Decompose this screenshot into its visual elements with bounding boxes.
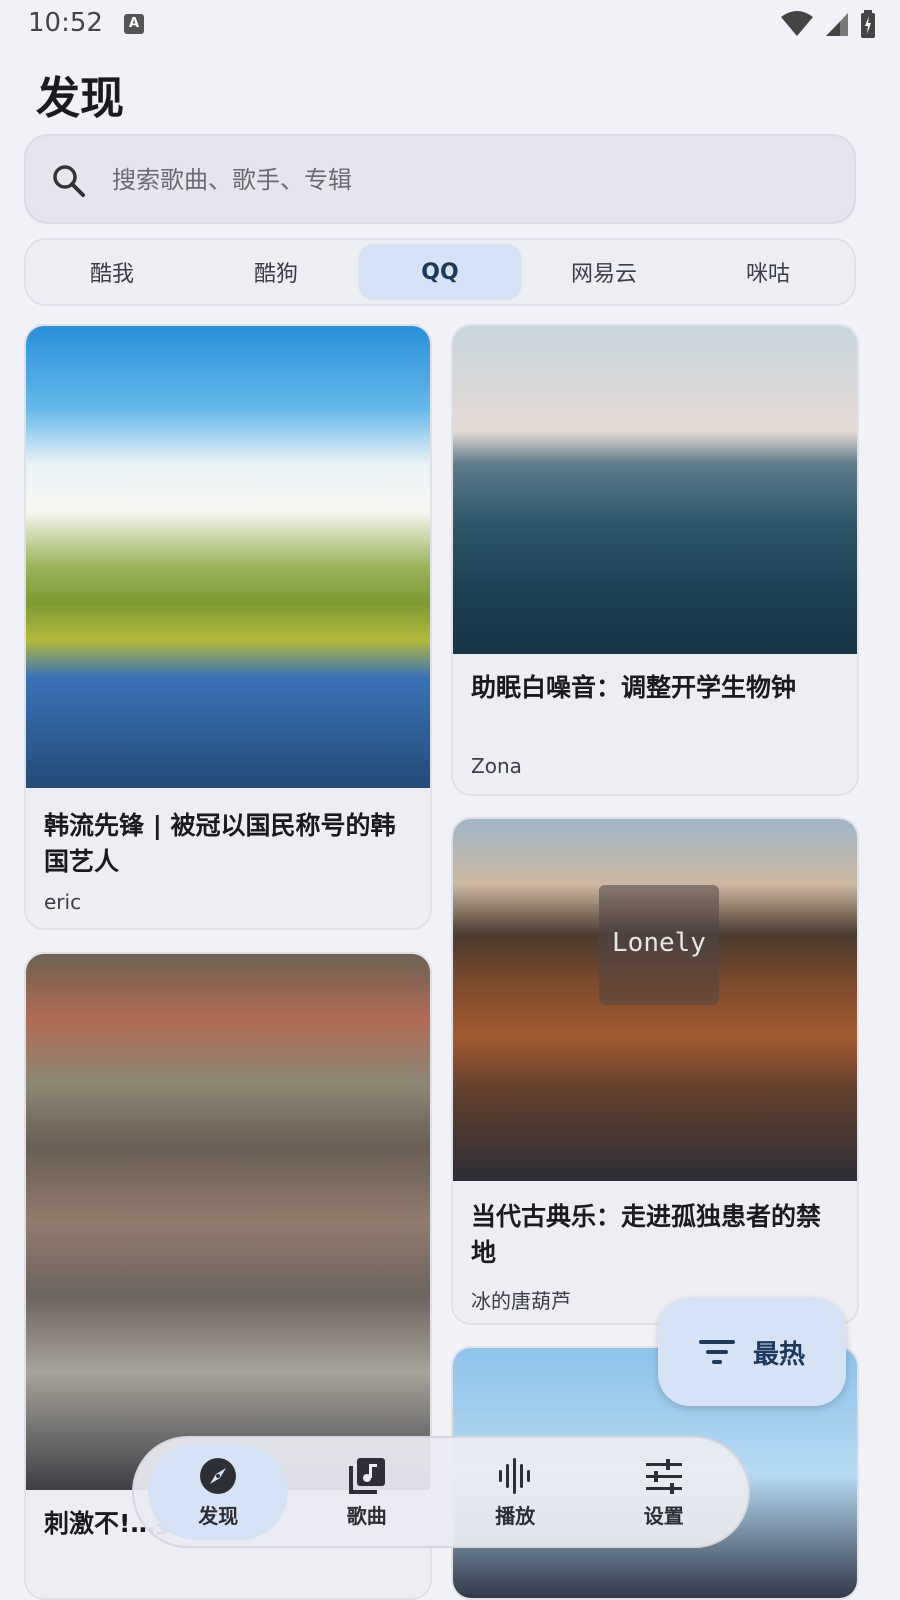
- music-note-icon: [348, 1457, 385, 1494]
- playlist-cover-image: [26, 326, 430, 788]
- status-time: 10:52: [28, 8, 103, 38]
- cover-image-text: Lonely: [599, 885, 719, 1005]
- nav-label: 设置: [643, 1503, 684, 1528]
- playlist-card[interactable]: Lonely 当代古典乐：走进孤独患者的禁地 冰的唐葫芦: [451, 817, 859, 1325]
- page-title: 发现: [36, 73, 124, 124]
- tab-kuwo[interactable]: 酷我: [30, 244, 194, 300]
- battery-icon: [861, 10, 875, 38]
- nav-item-play[interactable]: 播放: [445, 1444, 585, 1540]
- search-bar[interactable]: [24, 134, 856, 224]
- compass-icon: [200, 1457, 237, 1494]
- notification-icon: A: [124, 14, 144, 34]
- playlist-card[interactable]: 助眠白噪音：调整开学生物钟 Zona: [451, 324, 859, 796]
- playlist-title: 助眠白噪音：调整开学生物钟: [471, 673, 797, 702]
- nav-item-discover[interactable]: 发现: [148, 1444, 289, 1540]
- playlist-cover-image: [453, 326, 857, 654]
- playlist-title: 韩流先锋 | 被冠以国民称号的韩国艺人: [44, 811, 396, 876]
- nav-item-songs[interactable]: 歌曲: [297, 1444, 437, 1540]
- playlist-author: Zona: [471, 754, 522, 778]
- tab-qq[interactable]: QQ: [358, 244, 522, 300]
- wifi-icon: [781, 11, 813, 36]
- playlist-author: eric: [44, 890, 82, 914]
- search-input[interactable]: [110, 158, 814, 202]
- tab-migu[interactable]: 咪咕: [686, 244, 850, 300]
- signal-icon: [826, 13, 848, 36]
- search-icon: [53, 165, 85, 197]
- sort-button[interactable]: 最热: [658, 1298, 846, 1406]
- playlist-cover-image: Lonely: [453, 819, 857, 1181]
- sliders-icon: [645, 1458, 682, 1494]
- status-bar: 10:52 A: [0, 0, 900, 50]
- source-tabs: 酷我 酷狗 QQ 网易云 咪咕: [24, 238, 856, 306]
- sort-button-label: 最热: [752, 1339, 805, 1370]
- tab-kugou[interactable]: 酷狗: [194, 244, 358, 300]
- waveform-icon: [499, 1457, 531, 1494]
- sort-icon: [698, 1340, 735, 1364]
- playlist-card[interactable]: 韩流先锋 | 被冠以国民称号的韩国艺人 eric: [24, 324, 432, 930]
- nav-label: 播放: [495, 1503, 536, 1528]
- playlist-author: 冰的唐葫芦: [471, 1289, 571, 1313]
- playlist-title: 当代古典乐：走进孤独患者的禁地: [471, 1202, 822, 1267]
- nav-item-settings[interactable]: 设置: [594, 1444, 734, 1540]
- nav-label: 歌曲: [346, 1503, 387, 1528]
- status-icons: [780, 10, 876, 38]
- tab-netease[interactable]: 网易云: [522, 244, 686, 300]
- nav-label: 发现: [198, 1503, 239, 1528]
- bottom-nav: 发现 歌曲 播放 设置: [132, 1436, 750, 1548]
- playlist-cover-image: [26, 954, 430, 1490]
